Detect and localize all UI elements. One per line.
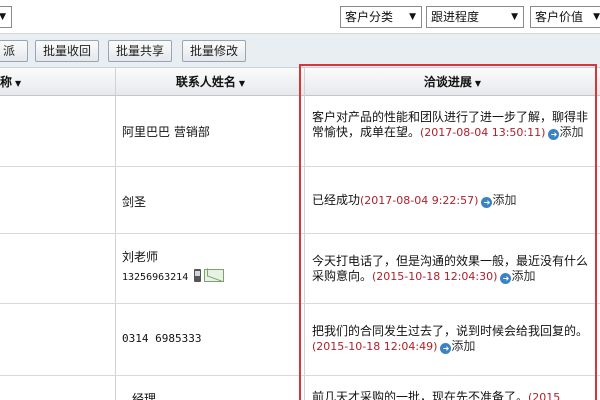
contact-name: 刘老师 [122, 250, 159, 264]
header-contact-label: 联系人姓名 [175, 75, 236, 89]
follow-degree-label: 跟进程度 [431, 10, 480, 24]
chevron-down-icon: ▼ [511, 12, 518, 22]
contact-name: 0314 6985333 [122, 332, 202, 345]
sort-down-icon: ▼ [238, 79, 246, 88]
header-name-label: 称 [0, 75, 13, 89]
customer-category-select[interactable]: 客户分类 ▼ [340, 6, 422, 28]
contact-name: 阿里巴巴 营销部 [122, 125, 210, 139]
contact-phone: 13256963214 [122, 272, 189, 283]
left-select-edge[interactable]: ▼ [0, 6, 12, 28]
header-contact-column[interactable]: 联系人姓名 ▼ [116, 68, 305, 96]
highlight-frame [299, 64, 597, 400]
chevron-down-icon: ▼ [593, 12, 600, 22]
contact-name: 剑圣 [122, 195, 147, 209]
contact-phone-line: 13256963214 [122, 269, 302, 283]
action-toolbar: 派 批量收回 批量共享 批量修改 [0, 34, 600, 68]
customer-value-select[interactable]: 客户价值 ▼ [530, 6, 600, 28]
filter-bar: ▼ 客户分类 ▼ 跟进程度 ▼ 客户价值 ▼ [0, 0, 600, 34]
sms-mail-icon[interactable] [204, 269, 225, 282]
contact-cell: 刘老师 13256963214 [122, 248, 302, 283]
customer-category-label: 客户分类 [345, 10, 394, 24]
header-name-column[interactable]: 称 ▼ [0, 68, 30, 96]
chevron-down-icon: ▼ [0, 12, 6, 22]
sort-down-icon: ▼ [15, 79, 22, 88]
mobile-phone-icon[interactable] [194, 269, 202, 282]
chevron-down-icon: ▼ [409, 12, 416, 22]
follow-degree-select[interactable]: 跟进程度 ▼ [426, 6, 524, 28]
batch-recall-button[interactable]: 批量收回 [35, 40, 99, 62]
assign-button[interactable]: 派 [0, 40, 28, 62]
batch-share-button[interactable]: 批量共享 [108, 40, 172, 62]
contact-name: 经理 [132, 392, 157, 400]
customer-value-label: 客户价值 [535, 10, 584, 24]
batch-edit-button[interactable]: 批量修改 [182, 40, 246, 62]
